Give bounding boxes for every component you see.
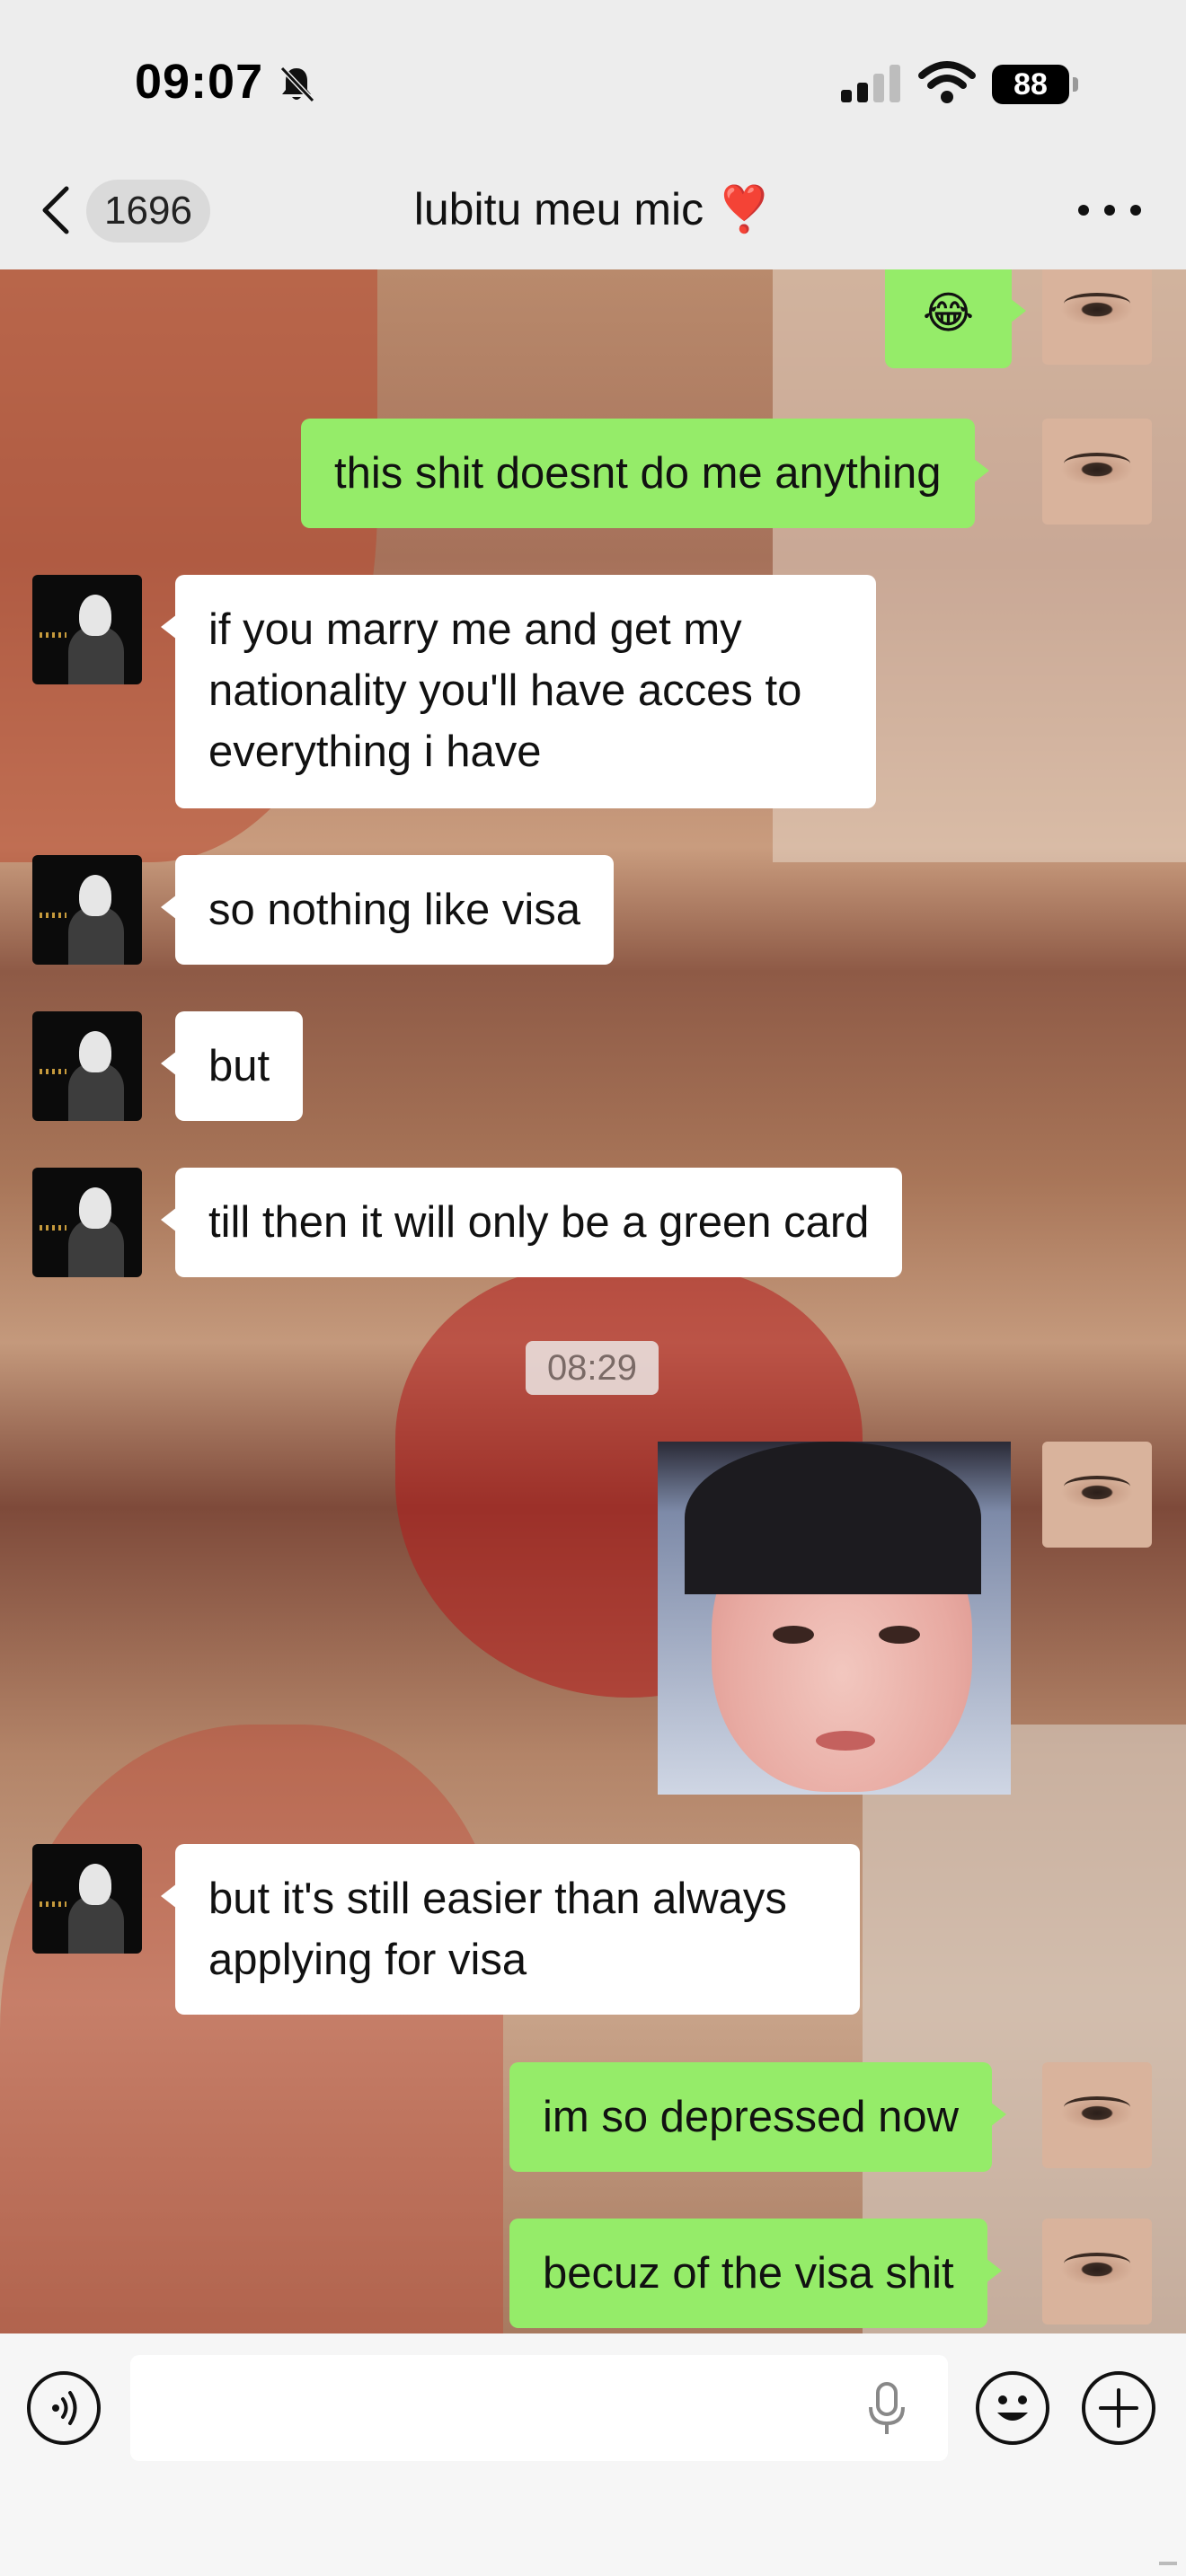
my-avatar[interactable] (1042, 1442, 1152, 1548)
battery-icon: 88 (992, 65, 1078, 104)
message-line: everything i have (208, 728, 542, 776)
contact-avatar[interactable] (32, 1168, 142, 1277)
status-bar: 09:07 88 1696 lubitu meu mic ❣️ (0, 0, 1186, 243)
home-indicator (1159, 2562, 1177, 2565)
avatar-lights (40, 1069, 66, 1074)
message-bubble-outgoing[interactable]: im so depressed now (509, 2062, 1007, 2172)
chat-area[interactable]: 😂 this shit doesnt do me anything if you… (0, 269, 1186, 2333)
battery-level: 88 (992, 65, 1069, 104)
status-time: 09:07 (135, 55, 264, 109)
back-chevron-icon[interactable] (40, 183, 72, 237)
message-timestamp: 08:29 (526, 1341, 659, 1395)
contact-avatar[interactable] (32, 855, 142, 965)
avatar-lights (40, 632, 66, 638)
message-input[interactable] (130, 2355, 948, 2461)
my-avatar[interactable] (1042, 419, 1152, 525)
smiley-glyph (997, 2395, 1028, 2421)
avatar-lights (40, 913, 66, 918)
more-dots-icon[interactable] (1078, 199, 1141, 221)
bell-slash-icon (279, 66, 315, 103)
message-bubble-incoming[interactable]: if you marry me and get my nationality y… (161, 575, 876, 808)
message-bubble-incoming[interactable]: so nothing like visa (160, 855, 615, 965)
wifi-icon (918, 61, 976, 103)
photo-eye (773, 1626, 814, 1644)
emoji-icon[interactable] (976, 2371, 1049, 2445)
cellular-signal-icon (841, 65, 900, 102)
dot (1104, 205, 1115, 216)
plus-glyph (1099, 2388, 1138, 2428)
photo-mouth (816, 1731, 875, 1751)
chat-title: lubitu meu mic ❣️ (413, 184, 773, 234)
photo-hair (685, 1442, 981, 1594)
contact-avatar[interactable] (32, 575, 142, 684)
message-bubble-outgoing[interactable]: 😂 (885, 269, 1026, 368)
avatar-figure-head (79, 875, 111, 916)
wallpaper-shape (0, 1725, 503, 2333)
microphone-icon[interactable] (863, 2382, 911, 2436)
avatar-lights (40, 1225, 66, 1231)
plus-icon[interactable] (1082, 2371, 1155, 2445)
dot (1130, 205, 1141, 216)
battery-tip (1073, 77, 1078, 92)
my-avatar[interactable] (1042, 2219, 1152, 2325)
message-line: but it's still easier than always (208, 1875, 787, 1923)
voice-waves-glyph (52, 2391, 77, 2425)
message-line: nationality you'll have acces to (208, 666, 802, 715)
avatar-figure-head (79, 1864, 111, 1905)
contact-avatar[interactable] (32, 1844, 142, 1954)
avatar-figure-head (79, 1187, 111, 1229)
voice-input-icon[interactable] (27, 2371, 101, 2445)
message-line: applying for visa (208, 1936, 527, 1984)
message-bubble-incoming[interactable]: till then it will only be a green card (160, 1168, 903, 1277)
dot (1078, 205, 1089, 216)
unread-count-badge[interactable]: 1696 (86, 180, 210, 243)
avatar-lights (40, 1901, 66, 1907)
photo-message[interactable] (658, 1442, 1011, 1795)
message-bubble-incoming[interactable]: but (160, 1011, 304, 1121)
message-bubble-outgoing[interactable]: becuz of the visa shit (509, 2219, 1002, 2328)
my-avatar[interactable] (1042, 269, 1152, 365)
my-avatar[interactable] (1042, 2062, 1152, 2168)
contact-avatar[interactable] (32, 1011, 142, 1121)
avatar-figure-head (79, 595, 111, 636)
message-line: if you marry me and get my (208, 605, 742, 654)
avatar-figure-head (79, 1031, 111, 1072)
photo-eye (879, 1626, 920, 1644)
message-bubble-outgoing[interactable]: this shit doesnt do me anything (301, 419, 989, 528)
input-bar (0, 2333, 1186, 2576)
message-bubble-incoming[interactable]: but it's still easier than always applyi… (161, 1844, 860, 2015)
